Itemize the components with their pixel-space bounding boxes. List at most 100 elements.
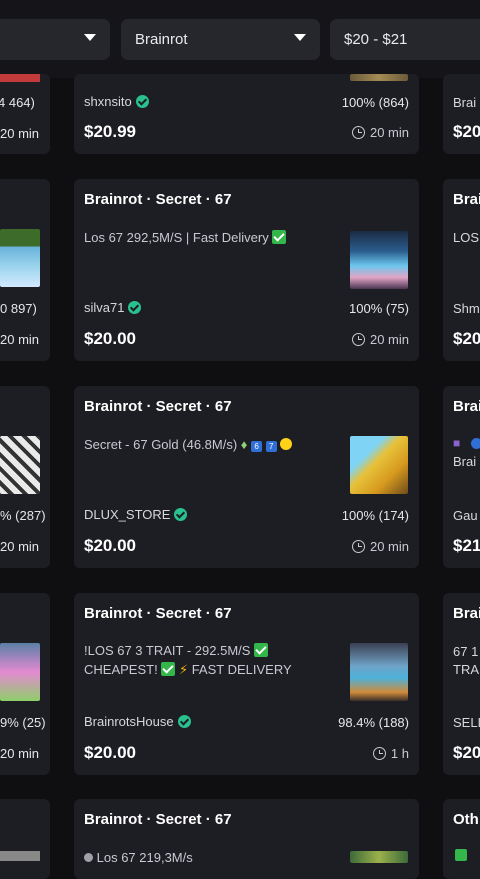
price: $20 [453,743,480,762]
delivery-time: 20 min [0,332,40,347]
listing-title: Brai [453,191,480,208]
thumbnail-image [350,74,408,81]
check-emoji-icon [272,230,287,244]
listing-title: Oth [453,811,479,828]
thumbnail-image [0,229,40,287]
price: $20.00 [84,536,136,555]
clock-icon [351,333,365,346]
check-emoji-icon [254,643,269,657]
listing-card-right-3[interactable]: Brai 67 1 TRA SELL $20 [443,593,480,775]
listing-card-left-3[interactable]: 9% (25) 20 min [0,593,50,775]
listing-card-right-0[interactable]: Brai $20 [443,74,480,154]
seller-rating: 100% (864) [341,95,409,110]
listing-card[interactable]: Brainrot · Secret · 67 Los 67 292,5M/S |… [74,179,419,361]
listing-card-right-1[interactable]: Brai LOS Shm $20 [443,179,480,361]
yellow-circle-emoji-icon [280,438,293,450]
listing-card[interactable]: Brainrot · Secret · 67 Los 67 219,3M/s [74,799,419,879]
listing-card-right-4[interactable]: Oth [443,799,480,879]
listing-title: Brainrot · Secret · 67 [84,398,232,415]
thumbnail-image [350,643,408,701]
clock-icon [372,747,386,760]
listing-description: Brai [453,454,477,469]
chevron-down-icon [294,34,306,41]
price: $21 [453,536,480,555]
listing-card-left-0[interactable]: 4 464) 20 min [0,74,50,154]
delivery-time: 20 min [351,332,409,347]
thumbnail-image [350,436,408,494]
listing-card-left-1[interactable]: 0 897) 20 min [0,179,50,361]
price: $20.99 [84,122,136,141]
seller-rating: 98.4% (188) [338,715,409,730]
chevron-down-icon [84,34,96,41]
listing-description: 67 1 [453,644,479,659]
verified-icon [174,508,188,521]
thumbnail-image [350,851,408,863]
category-dropdown-value: Brainrot [135,31,188,48]
listing-title: Brainrot · Secret · 67 [84,191,232,208]
listing-title: Brainrot · Secret · 67 [84,605,232,622]
game-dropdown[interactable] [0,19,110,60]
seller-name: silva71 [84,300,142,315]
thumbnail-image [0,851,40,861]
thumbnail-image [0,74,40,82]
seller-name: SELL [453,715,480,730]
number-7-emoji-icon: 7 [265,441,277,452]
listing-description: Los 67 292,5M/S | Fast Delivery [84,228,287,247]
listing-card-left-4[interactable] [0,799,50,879]
verified-icon [135,95,149,108]
listing-label: Brai [453,95,477,110]
delivery-time: 20 min [351,125,409,140]
seller-rating: 4 464) [0,95,35,110]
price: $20 [453,122,480,141]
clock-icon [351,126,365,139]
delivery-time: 20 min [0,746,40,761]
lightning-emoji-icon: ⚡ [178,662,189,677]
delivery-time: 20 min [0,539,40,554]
thumbnail-image [0,643,40,701]
blue-circle-emoji-icon [471,438,480,449]
listing-card-right-2[interactable]: Brai ■ Brai Gau $21 [443,386,480,568]
listing-description: Los 67 219,3M/s [84,848,193,867]
filter-bar: Brainrot $20 - $21 [0,0,480,78]
thumbnail-image [0,436,40,494]
seller-rating: 100% (174) [341,508,409,523]
listing-card[interactable]: Brainrot · Secret · 67 Secret - 67 Gold … [74,386,419,568]
seller-name: shxnsito [84,94,149,109]
seller-rating: % (287) [0,508,46,523]
delivery-time: 1 h [372,746,409,761]
thumbnail-image [350,231,408,289]
seller-rating: 100% (75) [349,301,409,316]
listing-title: Brai [453,398,480,415]
listing-description: Secret - 67 Gold (46.8M/s) ♦ 6 7 [84,435,293,454]
price: $20.00 [84,743,136,762]
number-6-emoji-icon: 6 [251,441,263,452]
seller-name: DLUX_STORE [84,507,188,522]
seller-name: BrainrotsHouse [84,714,191,729]
listing-card[interactable]: shxnsito 100% (864) $20.99 20 min [74,74,419,154]
listing-card[interactable]: Brainrot · Secret · 67 !LOS 67 3 TRAIT -… [74,593,419,775]
verified-icon [128,301,142,314]
alien-emoji-icon: ■ [453,436,461,450]
seller-rating: 9% (25) [0,715,46,730]
delivery-time: 20 min [351,539,409,554]
price: $20.00 [84,329,136,348]
price-dropdown-value: $20 - $21 [344,31,408,48]
clock-icon [351,540,365,553]
listing-card-left-2[interactable]: % (287) 20 min [0,386,50,568]
price: $20 [453,329,480,348]
turtle-emoji-icon: ♦ [240,437,248,452]
verified-icon [177,715,191,728]
listing-description: !LOS 67 3 TRAIT - 292.5M/S CHEAPEST! ⚡ F… [84,643,292,677]
listing-title: Brai [453,605,480,622]
check-emoji-icon [161,662,176,676]
listing-title: Brainrot · Secret · 67 [84,811,232,828]
seller-rating: 0 897) [0,301,37,316]
green-square-icon [455,849,467,861]
seller-name: Gau [453,508,478,523]
bullet-icon [84,853,93,862]
category-dropdown[interactable]: Brainrot [121,19,320,60]
delivery-time: 20 min [0,126,40,141]
price-dropdown[interactable]: $20 - $21 [330,19,480,60]
listing-description-line2: TRA [453,662,479,677]
listing-description: LOS [453,230,480,245]
